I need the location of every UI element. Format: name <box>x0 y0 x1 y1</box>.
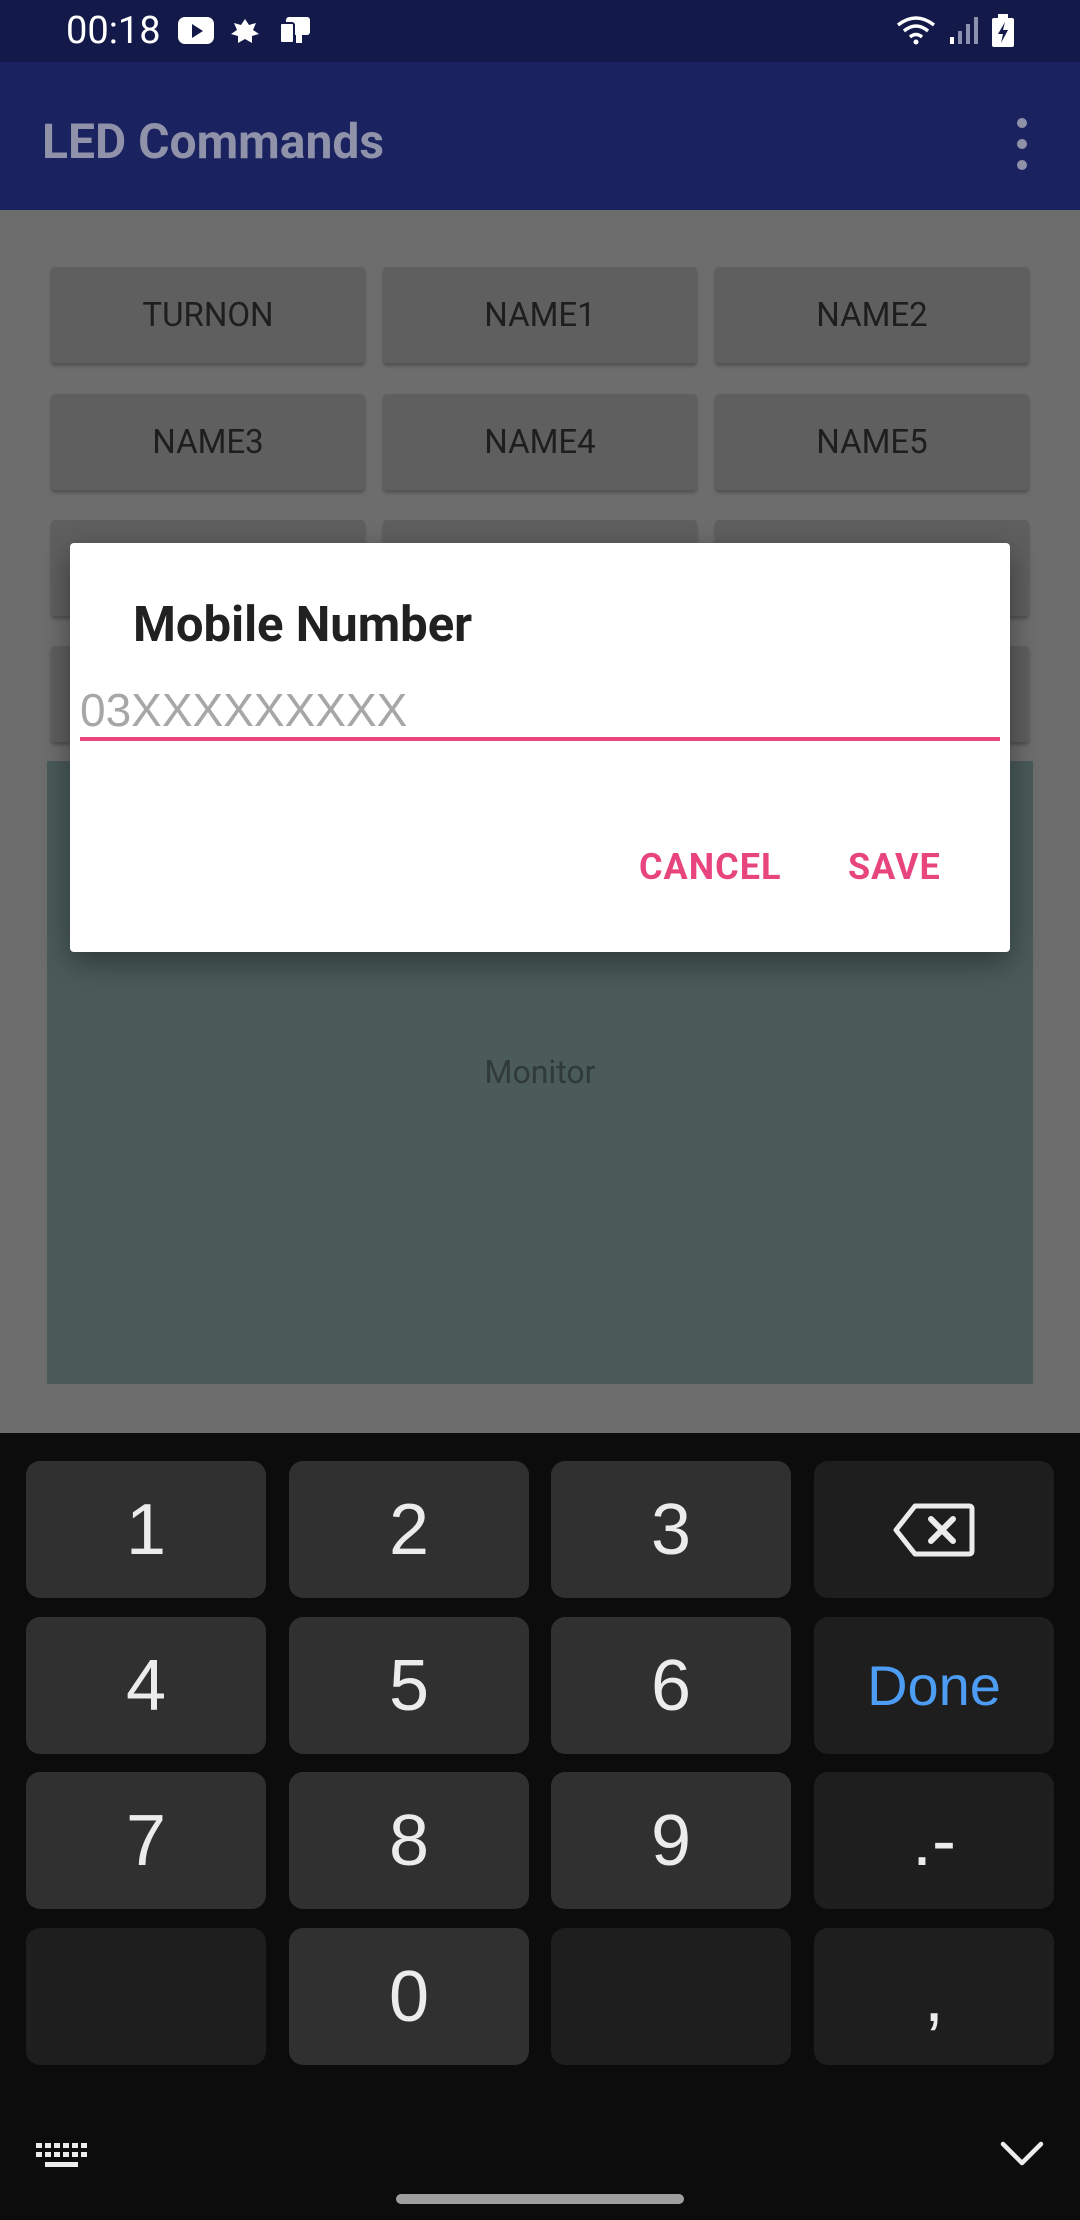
mobile-number-input[interactable] <box>80 683 1000 741</box>
key-4[interactable]: 4 <box>26 1617 266 1754</box>
monitor-label: Monitor <box>484 1053 596 1091</box>
backspace-key[interactable] <box>814 1461 1054 1598</box>
app-bar: LED Commands <box>0 62 1080 210</box>
command-button-name2[interactable]: NAME2 <box>715 267 1029 363</box>
dialog-title: Mobile Number <box>133 596 473 653</box>
key-9[interactable]: 9 <box>551 1772 791 1909</box>
command-button-name3[interactable]: NAME3 <box>51 394 365 490</box>
app-title: LED Commands <box>42 113 385 170</box>
command-button-name5[interactable]: NAME5 <box>715 394 1029 490</box>
home-indicator[interactable] <box>396 2194 684 2204</box>
comma-key[interactable]: , <box>814 1928 1054 2065</box>
keyboard-icon[interactable] <box>34 2141 88 2171</box>
signal-icon <box>950 17 978 44</box>
more-vert-icon[interactable] <box>1010 114 1034 174</box>
status-time: 00:18 <box>66 9 161 53</box>
key-1[interactable]: 1 <box>26 1461 266 1598</box>
key-3[interactable]: 3 <box>551 1461 791 1598</box>
wifi-icon <box>896 16 936 45</box>
backspace-icon <box>893 1503 975 1556</box>
cancel-button[interactable]: CANCEL <box>639 845 781 889</box>
command-button-name4[interactable]: NAME4 <box>383 394 697 490</box>
command-button-name1[interactable]: NAME1 <box>383 267 697 363</box>
app-icon <box>279 17 310 44</box>
save-button[interactable]: SAVE <box>848 845 941 889</box>
key-6[interactable]: 6 <box>551 1617 791 1754</box>
key-2[interactable]: 2 <box>289 1461 529 1598</box>
blank-key[interactable] <box>26 1928 266 2065</box>
hide-keyboard-icon[interactable] <box>1000 2140 1044 2168</box>
battery-charging-icon <box>992 14 1014 47</box>
key-5[interactable]: 5 <box>289 1617 529 1754</box>
done-key[interactable]: Done <box>814 1617 1054 1754</box>
mobile-number-dialog: Mobile Number CANCEL SAVE <box>70 543 1010 952</box>
notification-icon <box>231 19 259 43</box>
youtube-icon <box>178 17 214 44</box>
key-7[interactable]: 7 <box>26 1772 266 1909</box>
status-bar: 00:18 <box>0 0 1080 62</box>
key-8[interactable]: 8 <box>289 1772 529 1909</box>
command-button-turnon[interactable]: TURNON <box>51 267 365 363</box>
key-0[interactable]: 0 <box>289 1928 529 2065</box>
symbols-key[interactable]: .- <box>814 1772 1054 1909</box>
blank-key[interactable] <box>551 1928 791 2065</box>
